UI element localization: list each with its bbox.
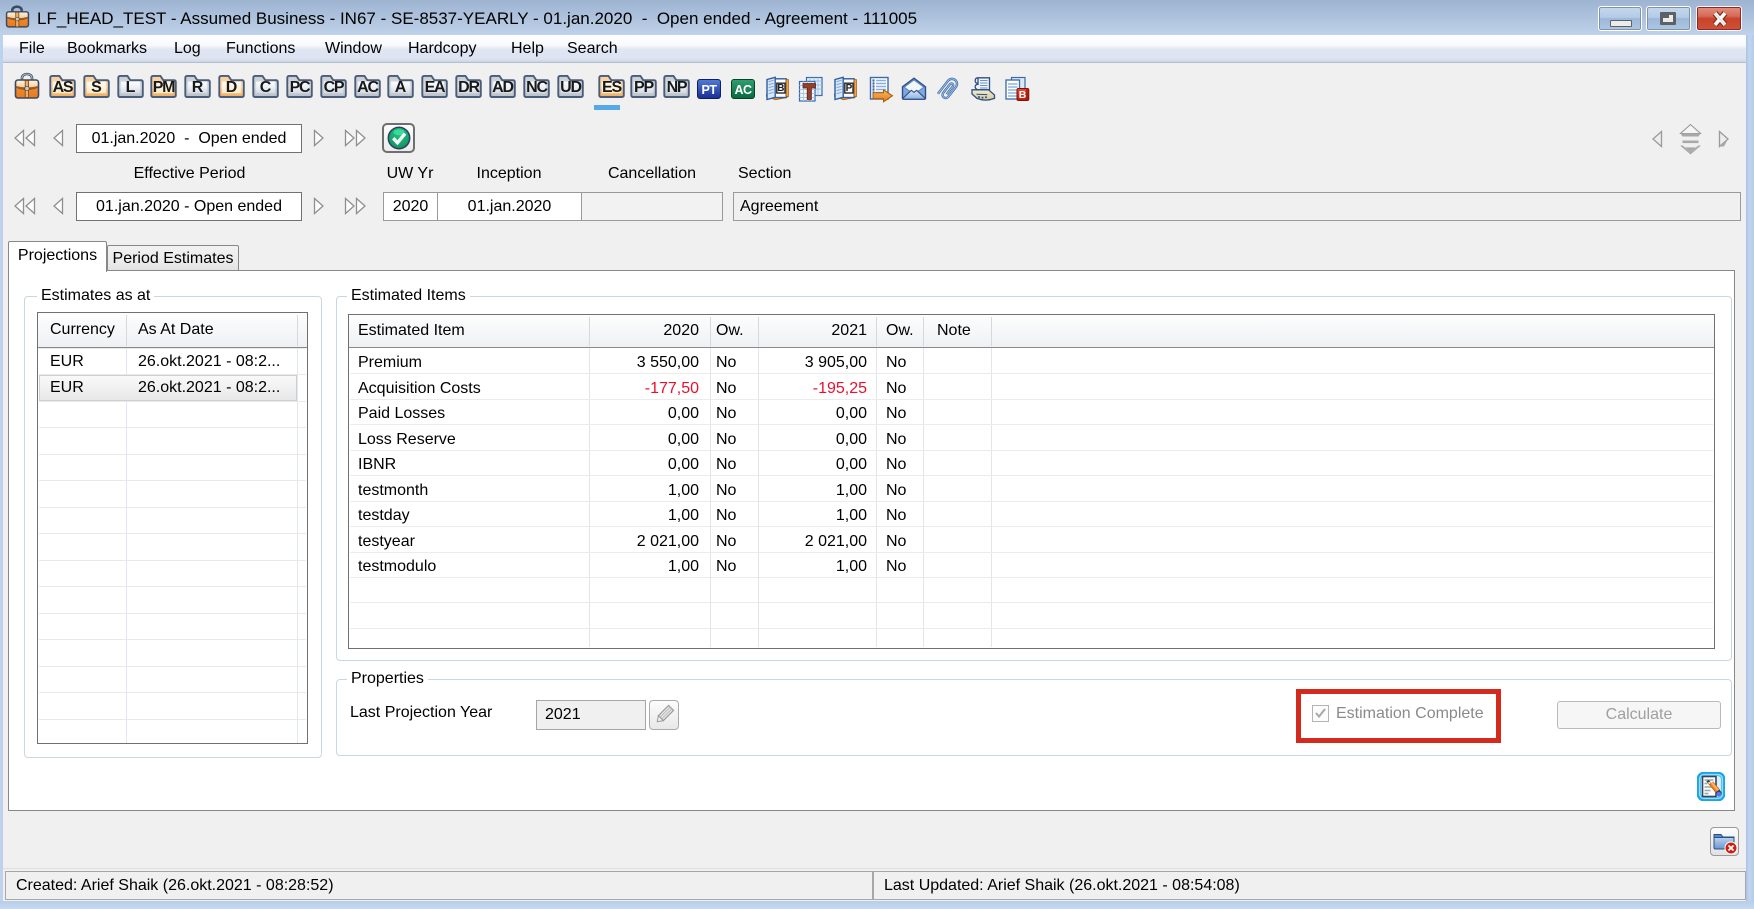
svg-text:PP: PP: [634, 79, 654, 96]
svg-text:C: C: [260, 79, 272, 96]
svg-text:AD: AD: [492, 79, 513, 96]
svg-text:AC: AC: [357, 79, 379, 96]
svg-text:CP: CP: [324, 79, 345, 96]
svg-text:NP: NP: [667, 79, 688, 96]
svg-text:PM: PM: [153, 79, 175, 96]
svg-text:UD: UD: [560, 79, 581, 96]
svg-text:L: L: [126, 79, 136, 96]
svg-text:A: A: [395, 79, 407, 96]
svg-text:S: S: [91, 79, 102, 96]
svg-text:DR: DR: [458, 79, 480, 96]
svg-text:D: D: [226, 79, 238, 96]
svg-text:AS: AS: [53, 79, 74, 96]
svg-text:EA: EA: [425, 79, 446, 96]
svg-text:ES: ES: [602, 79, 622, 96]
svg-text:NC: NC: [526, 79, 548, 96]
svg-text:R: R: [192, 79, 204, 96]
svg-text:P: P: [846, 83, 853, 94]
svg-text:B: B: [777, 83, 784, 94]
svg-text:PC: PC: [290, 79, 311, 96]
svg-text:B: B: [1019, 89, 1027, 101]
